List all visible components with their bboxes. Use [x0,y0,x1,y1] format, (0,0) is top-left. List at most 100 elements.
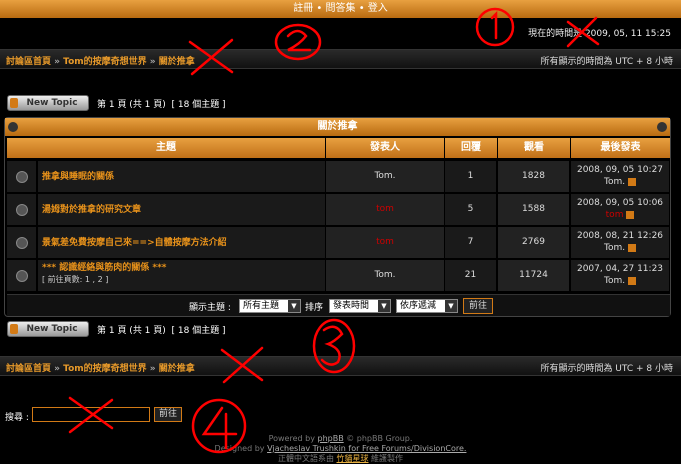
col-header-topic[interactable]: 主題 [7,138,325,158]
crumb-separator: » [149,364,156,374]
author-cell: tom [326,194,445,225]
last-post-user[interactable]: Tom. [604,276,625,286]
sort-key-select[interactable]: 發表時間 ▼ [329,299,391,313]
breadcrumb-bar-bottom: 討論區首頁 » Tom的按摩奇想世界 » 關於推拿 所有顯示的時間為 UTC +… [0,356,681,376]
search-input[interactable] [32,407,150,422]
topic-status-icon [16,204,28,216]
last-post-user[interactable]: Tom. [604,177,625,187]
last-post-date: 2008, 09, 05 10:27 [576,165,664,175]
sort-order-value: 依序遞減 [400,301,437,311]
show-topics-value: 所有主題 [243,301,280,311]
new-topic-button[interactable]: New Topic [7,95,89,111]
last-post-cell: 2008, 08, 21 12:26 Tom. [571,227,670,258]
crumb-forum-index[interactable]: 討論區首頁 [6,57,51,67]
footer-powered: Powered by phpBB © phpBB Group. [0,434,681,444]
separator: • [358,3,365,14]
chevron-down-icon: ▼ [445,300,457,312]
row-icon-cell [7,194,37,225]
designer-link[interactable]: Vjacheslav Trushkin for Free Forums/Divi… [267,444,466,453]
table-row: 湯姆對於推拿的研究文章 tom 5 1588 2008, 09, 05 10:0… [7,194,670,226]
translator-link[interactable]: 竹貓星球 [337,454,369,463]
topic-title-link[interactable]: 景氣差免費按摩自己來==>自體按摩方法介紹 [42,238,227,248]
new-topic-button[interactable]: New Topic [7,321,89,337]
footer-translation-suffix: 維護製作 [368,454,404,463]
search-go-button[interactable]: 前往 [154,407,182,422]
col-header-author[interactable]: 發表人 [326,138,444,158]
views-cell: 2769 [498,227,570,258]
new-topic-label: New Topic [26,98,78,108]
last-post-date: 2008, 09, 05 10:06 [576,198,664,208]
show-topics-select[interactable]: 所有主題 ▼ [239,299,301,313]
footer: Powered by phpBB © phpBB Group. Designed… [0,434,681,464]
last-post-date: 2008, 08, 21 12:26 [576,231,664,241]
goto-post-icon[interactable] [627,177,636,186]
topic-table: 關於推拿 主題 發表人 回覆 觀看 最後發表 推拿與睡眠的關係 Tom. 1 1… [4,117,671,317]
views-cell: 1588 [498,194,570,225]
login-link[interactable]: 登入 [368,3,388,14]
title-cell: 景氣差免費按摩自己來==>自體按摩方法介紹 [38,227,326,258]
page-info: 第 1 頁 (共 1 頁) [ 18 個主題 ] [97,323,226,336]
sort-key-value: 發表時間 [333,301,370,311]
topic-title-link[interactable]: 湯姆對於推拿的研究文章 [42,205,141,215]
col-header-replies[interactable]: 回覆 [445,138,497,158]
replies-cell: 1 [445,161,497,192]
replies-cell: 7 [445,227,497,258]
top-menu-bar: 註冊 • 問答集 • 登入 [0,0,681,18]
col-header-views[interactable]: 觀看 [498,138,570,158]
breadcrumb: 討論區首頁 » Tom的按摩奇想世界 » 關於推拿 [6,54,195,67]
timezone-note: 所有顯示的時間為 UTC + 8 小時 [540,364,673,374]
crumb-forum-index[interactable]: 討論區首頁 [6,364,51,374]
sort-label: 排序 [305,303,324,313]
author-name[interactable]: tom [376,237,394,247]
phpbb-link[interactable]: phpBB [317,434,343,443]
separator: • [316,3,323,14]
goto-post-icon[interactable] [627,276,636,285]
title-cell: *** 認識經絡與筋肉的關係 *** [ 前往頁數: 1 , 2 ] [38,260,326,291]
goto-post-icon[interactable] [627,243,636,252]
corner-cap [657,122,667,132]
replies-cell: 21 [445,260,497,291]
last-post-cell: 2008, 09, 05 10:27 Tom. [571,161,670,192]
author-name[interactable]: Tom. [374,270,395,280]
crumb-category[interactable]: Tom的按摩奇想世界 [63,57,147,67]
last-post-cell: 2008, 09, 05 10:06 tom [571,194,670,225]
footer-translation-prefix: 正體中文語系由 [277,454,337,463]
filter-go-button[interactable]: 前往 [463,298,493,314]
sort-order-select[interactable]: 依序遞減 ▼ [396,299,458,313]
last-post-cell: 2007, 04, 27 11:23 Tom. [571,260,670,291]
row-icon-cell [7,260,37,291]
page-count: 第 1 頁 (共 1 頁) [97,326,166,336]
crumb-category[interactable]: Tom的按摩奇想世界 [63,364,147,374]
corner-cap [8,122,18,132]
chevron-down-icon: ▼ [288,300,300,312]
title-cell: 推拿與睡眠的關係 [38,161,326,192]
topic-status-icon [16,171,28,183]
last-post-user[interactable]: tom [606,210,624,220]
author-cell: Tom. [326,260,445,291]
last-post-date: 2007, 04, 27 11:23 [576,264,664,274]
forum-title: 關於推拿 [5,118,670,136]
page-info: 第 1 頁 (共 1 頁) [ 18 個主題 ] [97,97,226,110]
topic-title-link[interactable]: 推拿與睡眠的關係 [42,172,114,182]
author-cell: tom [326,227,445,258]
table-row: 景氣差免費按摩自己來==>自體按摩方法介紹 tom 7 2769 2008, 0… [7,227,670,259]
breadcrumb-bar-top: 討論區首頁 » Tom的按摩奇想世界 » 關於推拿 所有顯示的時間為 UTC +… [0,49,681,69]
last-post-user[interactable]: Tom. [604,243,625,253]
crumb-forum[interactable]: 關於推拿 [159,364,195,374]
breadcrumb: 討論區首頁 » Tom的按摩奇想世界 » 關於推拿 [6,361,195,374]
col-header-last-post[interactable]: 最後發表 [571,138,670,158]
footer-powered-prefix: Powered by [268,434,318,443]
page-count: 第 1 頁 (共 1 頁) [97,100,166,110]
annotation-digit-2 [286,29,312,52]
author-name[interactable]: tom [376,204,394,214]
register-link[interactable]: 註冊 [293,3,313,14]
faq-link[interactable]: 問答集 [326,3,356,14]
title-cell: 湯姆對於推拿的研究文章 [38,194,326,225]
page-jump-links[interactable]: [ 前往頁數: 1 , 2 ] [42,274,325,285]
author-name[interactable]: Tom. [374,171,395,181]
crumb-forum[interactable]: 關於推拿 [159,57,195,67]
topic-count: [ 18 個主題 ] [171,326,226,336]
topic-title-link[interactable]: *** 認識經絡與筋肉的關係 *** [42,263,325,274]
goto-post-icon[interactable] [626,210,635,219]
footer-translation: 正體中文語系由 竹貓星球 維護製作 [0,454,681,464]
